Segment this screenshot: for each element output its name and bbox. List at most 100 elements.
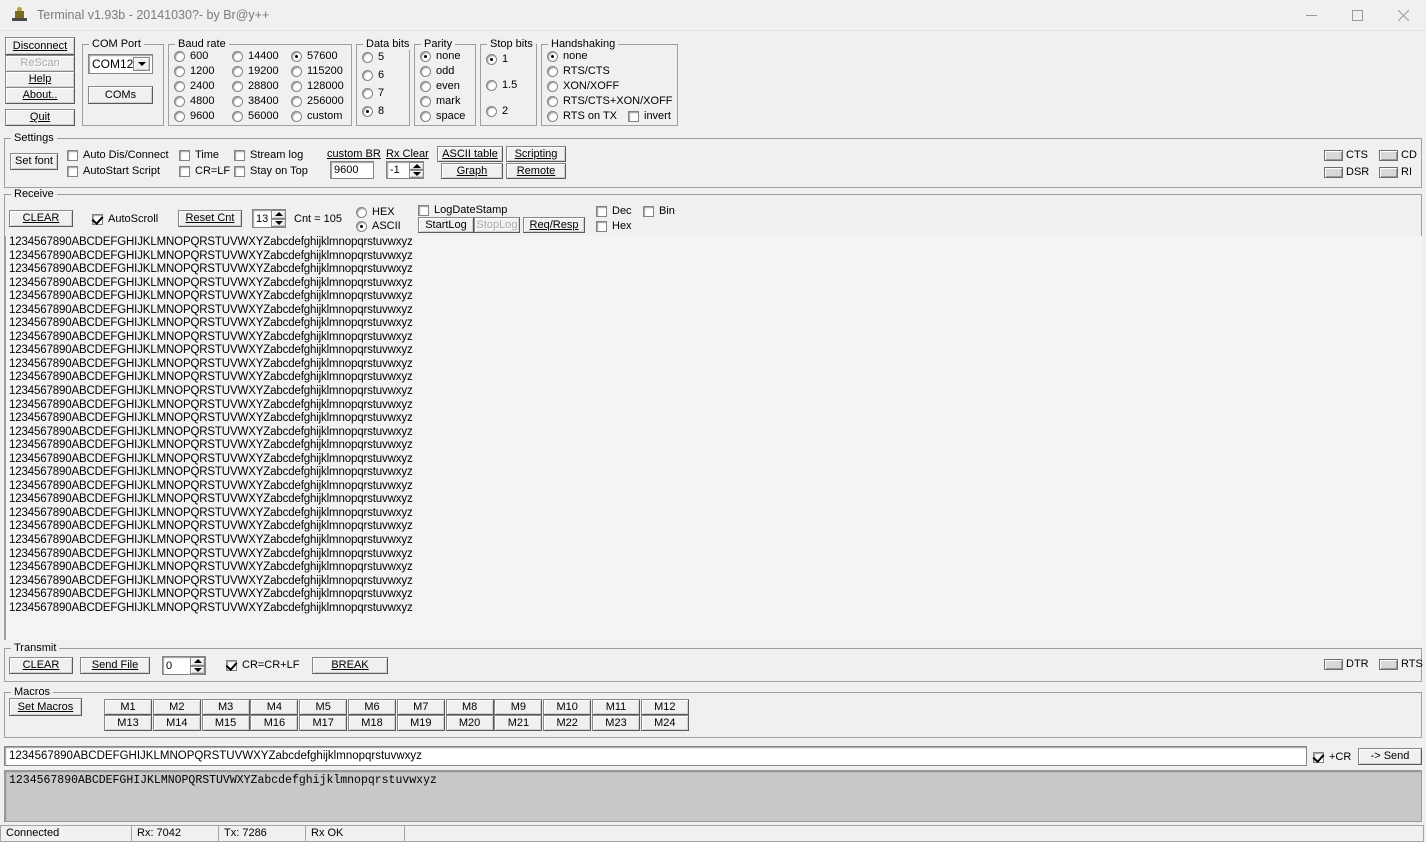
- quit-button[interactable]: Quit: [5, 109, 75, 126]
- baud-56000-radio[interactable]: 56000: [232, 110, 279, 122]
- transmit-clear-button[interactable]: CLEAR: [9, 657, 73, 674]
- bin-checkbox[interactable]: Bin: [643, 205, 675, 217]
- parity-mark-radio[interactable]: mark: [420, 95, 460, 107]
- macro-m10-button[interactable]: M10: [543, 699, 592, 715]
- baud-38400-radio[interactable]: 38400: [232, 95, 279, 107]
- baud-2400-radio[interactable]: 2400: [174, 80, 214, 92]
- echo-output-area[interactable]: 1234567890ABCDEFGHIJKLMNOPQRSTUVWXYZabcd…: [4, 770, 1422, 822]
- stay-on-top-checkbox[interactable]: Stay on Top: [234, 165, 308, 177]
- parity-none-radio[interactable]: none: [420, 50, 460, 62]
- stepper-down-icon[interactable]: [271, 218, 286, 227]
- macro-m4-button[interactable]: M4: [250, 699, 299, 715]
- baud-256000-radio[interactable]: 256000: [291, 95, 344, 107]
- parity-even-radio[interactable]: even: [420, 80, 460, 92]
- macro-m13-button[interactable]: M13: [104, 715, 152, 731]
- handshaking-rts-cts-xon-xoff-radio[interactable]: RTS/CTS+XON/XOFF: [547, 95, 673, 107]
- macro-m11-button[interactable]: M11: [592, 699, 640, 715]
- autostart-script-checkbox[interactable]: AutoStart Script: [67, 165, 160, 177]
- set-macros-button[interactable]: Set Macros: [9, 698, 82, 716]
- help-button[interactable]: Help: [5, 71, 75, 88]
- reset-cnt-button[interactable]: Reset Cnt: [178, 210, 242, 227]
- macro-m14-button[interactable]: M14: [152, 715, 201, 731]
- macro-m2-button[interactable]: M2: [152, 699, 201, 715]
- stop-bits-2-radio[interactable]: 2: [486, 105, 508, 117]
- macro-m9-button[interactable]: M9: [494, 699, 543, 715]
- baud-19200-radio[interactable]: 19200: [232, 65, 279, 77]
- baud-57600-radio[interactable]: 57600: [291, 50, 338, 62]
- baud-9600-radio[interactable]: 9600: [174, 110, 214, 122]
- macro-m20-button[interactable]: M20: [445, 715, 494, 731]
- send-button[interactable]: -> Send: [1358, 748, 1422, 765]
- start-log-button[interactable]: StartLog: [418, 217, 474, 233]
- chevron-down-icon[interactable]: [133, 57, 150, 71]
- graph-button[interactable]: Graph: [441, 163, 503, 179]
- com-port-select[interactable]: COM12: [88, 54, 153, 74]
- coms-button[interactable]: COMs: [88, 86, 153, 104]
- receive-hex-radio[interactable]: HEX: [356, 206, 395, 218]
- baud-128000-radio[interactable]: 128000: [291, 80, 344, 92]
- req-resp-button[interactable]: Req/Resp: [523, 217, 585, 233]
- handshaking-none-radio[interactable]: none: [547, 50, 587, 62]
- baud-115200-radio[interactable]: 115200: [291, 65, 343, 77]
- stepper-up-icon[interactable]: [409, 162, 424, 170]
- stepper-up-icon[interactable]: [271, 210, 286, 219]
- macro-m15-button[interactable]: M15: [201, 715, 250, 731]
- handshaking-xon-xoff-radio[interactable]: XON/XOFF: [547, 80, 619, 92]
- macro-m8-button[interactable]: M8: [445, 699, 494, 715]
- autoscroll-checkbox[interactable]: AutoScroll: [92, 213, 158, 225]
- parity-space-radio[interactable]: space: [420, 110, 465, 122]
- log-date-stamp-checkbox[interactable]: LogDateStamp: [418, 204, 507, 216]
- macro-m3-button[interactable]: M3: [201, 699, 250, 715]
- macro-m21-button[interactable]: M21: [494, 715, 543, 731]
- custom-br-input[interactable]: 9600: [330, 161, 374, 179]
- stop-bits-1-radio[interactable]: 1: [486, 53, 508, 65]
- plus-cr-checkbox[interactable]: +CR: [1313, 751, 1351, 763]
- macro-m6-button[interactable]: M6: [348, 699, 396, 715]
- remote-button[interactable]: Remote: [506, 163, 566, 179]
- scripting-button[interactable]: Scripting: [506, 146, 566, 162]
- parity-odd-radio[interactable]: odd: [420, 65, 454, 77]
- cr-equals-cr-lf-checkbox[interactable]: CR=CR+LF: [226, 659, 299, 671]
- data-bits-8-radio[interactable]: 8: [362, 105, 384, 117]
- ascii-table-button[interactable]: ASCII table: [437, 146, 503, 162]
- receive-output-area[interactable]: 1234567890ABCDEFGHIJKLMNOPQRSTUVWXYZabcd…: [4, 236, 1422, 640]
- stepper-down-icon[interactable]: [409, 170, 424, 178]
- handshaking-rts-on-tx-radio[interactable]: RTS on TX: [547, 110, 617, 122]
- send-input[interactable]: 1234567890ABCDEFGHIJKLMNOPQRSTUVWXYZabcd…: [4, 746, 1307, 766]
- macro-m7-button[interactable]: M7: [396, 699, 445, 715]
- receive-clear-button[interactable]: CLEAR: [9, 210, 73, 227]
- set-font-button[interactable]: Set font: [10, 153, 58, 170]
- receive-ascii-radio[interactable]: ASCII: [356, 220, 401, 232]
- auto-dis-connect-checkbox[interactable]: Auto Dis/Connect: [67, 149, 169, 161]
- dec-checkbox[interactable]: Dec: [596, 205, 632, 217]
- macro-m16-button[interactable]: M16: [250, 715, 299, 731]
- stop-bits-1-5-radio[interactable]: 1.5: [486, 79, 517, 91]
- macro-m12-button[interactable]: M12: [640, 699, 689, 715]
- data-bits-5-radio[interactable]: 5: [362, 51, 384, 63]
- data-bits-7-radio[interactable]: 7: [362, 87, 384, 99]
- receive-counter-stepper[interactable]: [271, 210, 286, 227]
- stream-log-checkbox[interactable]: Stream log: [234, 149, 303, 161]
- stepper-down-icon[interactable]: [190, 665, 205, 674]
- macro-m19-button[interactable]: M19: [396, 715, 445, 731]
- stepper-up-icon[interactable]: [190, 657, 205, 666]
- disconnect-button[interactable]: Disconnect: [5, 37, 75, 55]
- baud-custom-radio[interactable]: custom: [291, 110, 342, 122]
- baud-28800-radio[interactable]: 28800: [232, 80, 279, 92]
- minimize-icon[interactable]: [1288, 0, 1334, 31]
- cr-equals-lf-checkbox[interactable]: CR=LF: [179, 165, 230, 177]
- send-file-button[interactable]: Send File: [80, 657, 150, 674]
- hex-checkbox[interactable]: Hex: [596, 220, 632, 232]
- macro-m18-button[interactable]: M18: [348, 715, 396, 731]
- rx-clear-stepper[interactable]: [409, 162, 424, 178]
- handshaking-invert-checkbox[interactable]: invert: [628, 110, 671, 122]
- about-button[interactable]: About..: [5, 87, 75, 104]
- transmit-delay-stepper[interactable]: [190, 657, 205, 674]
- macro-m5-button[interactable]: M5: [299, 699, 348, 715]
- handshaking-rts-cts-radio[interactable]: RTS/CTS: [547, 65, 610, 77]
- break-button[interactable]: BREAK: [312, 657, 388, 674]
- data-bits-6-radio[interactable]: 6: [362, 69, 384, 81]
- baud-1200-radio[interactable]: 1200: [174, 65, 214, 77]
- macro-m24-button[interactable]: M24: [640, 715, 689, 731]
- baud-600-radio[interactable]: 600: [174, 50, 208, 62]
